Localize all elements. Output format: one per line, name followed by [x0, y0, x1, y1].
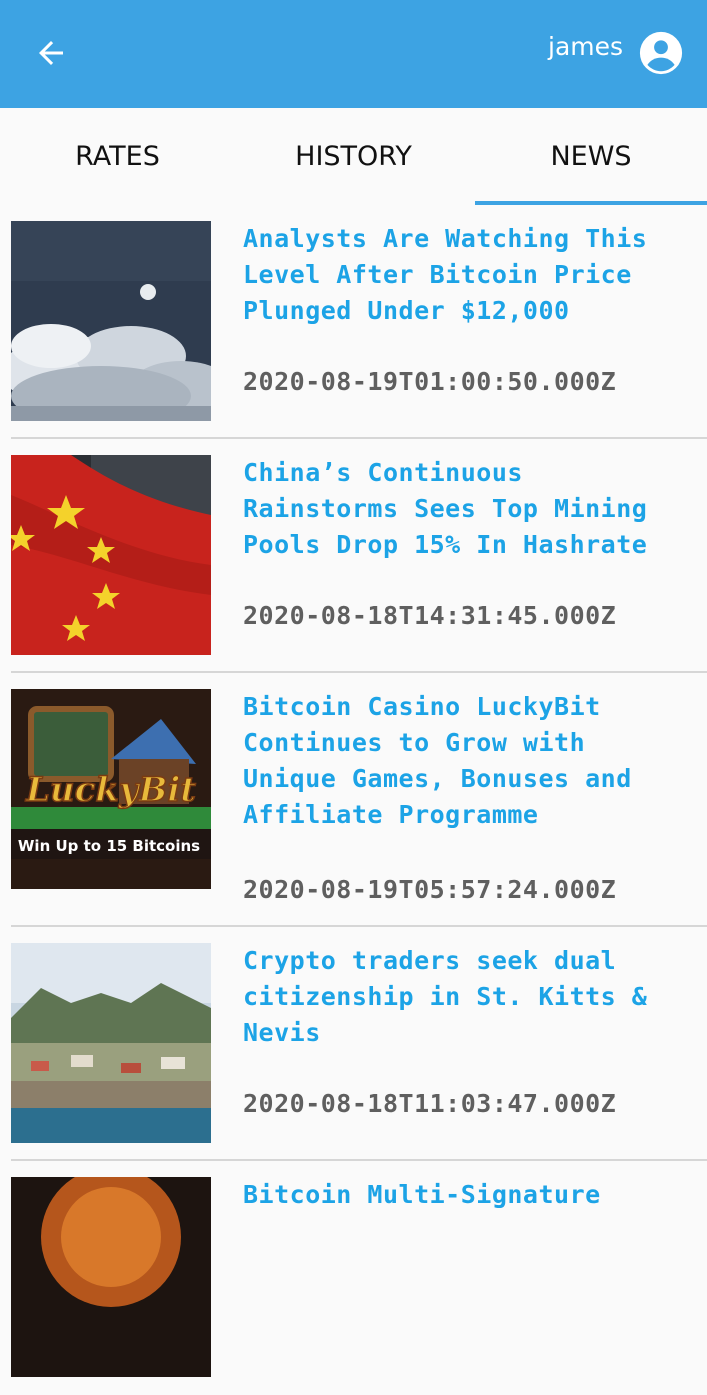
list-item[interactable]: LuckyBit Win Up to 15 Bitcoins Bitcoin C…: [0, 673, 707, 927]
news-title: Analysts Are Watching This Level After B…: [243, 224, 648, 325]
news-title: China’s Continuous Rainstorms Sees Top M…: [243, 458, 648, 559]
account-button[interactable]: [638, 30, 684, 76]
username-label: james: [548, 32, 624, 61]
list-item[interactable]: China’s Continuous Rainstorms Sees Top M…: [0, 439, 707, 673]
news-title: Crypto traders seek dual citizenship in …: [243, 946, 648, 1047]
clouds-moon-image: [11, 221, 211, 421]
tab-rates[interactable]: RATES: [0, 108, 235, 205]
news-date: 2020-08-19T05:57:24.000Z: [243, 875, 617, 904]
app-bar: james: [0, 0, 707, 108]
news-date: 2020-08-18T14:31:45.000Z: [243, 601, 617, 630]
svg-text:Win Up to 15 Bitcoins: Win Up to 15 Bitcoins: [18, 837, 200, 855]
news-title: Bitcoin Casino LuckyBit Continues to Gro…: [243, 692, 632, 829]
list-item[interactable]: Crypto traders seek dual citizenship in …: [0, 927, 707, 1161]
svg-text:LuckyBit: LuckyBit: [25, 770, 196, 810]
back-button[interactable]: [28, 30, 74, 76]
tab-history[interactable]: HISTORY: [236, 108, 471, 205]
list-item[interactable]: Analysts Are Watching This Level After B…: [0, 205, 707, 439]
news-date: 2020-08-19T01:00:50.000Z: [243, 367, 617, 396]
account-circle-icon: [639, 31, 683, 75]
tab-news[interactable]: NEWS: [475, 108, 707, 205]
news-date: 2020-08-18T11:03:47.000Z: [243, 1089, 617, 1118]
arrow-left-icon: [39, 41, 63, 65]
luckybit-casino-image: LuckyBit Win Up to 15 Bitcoins: [11, 689, 211, 889]
list-item[interactable]: Bitcoin Multi-Signature: [0, 1161, 707, 1395]
china-flag-image: [11, 455, 211, 655]
island-coast-image: [11, 943, 211, 1143]
news-title: Bitcoin Multi-Signature: [243, 1180, 601, 1209]
orange-coin-image: [11, 1177, 211, 1377]
tab-bar: RATES HISTORY NEWS: [0, 108, 707, 205]
